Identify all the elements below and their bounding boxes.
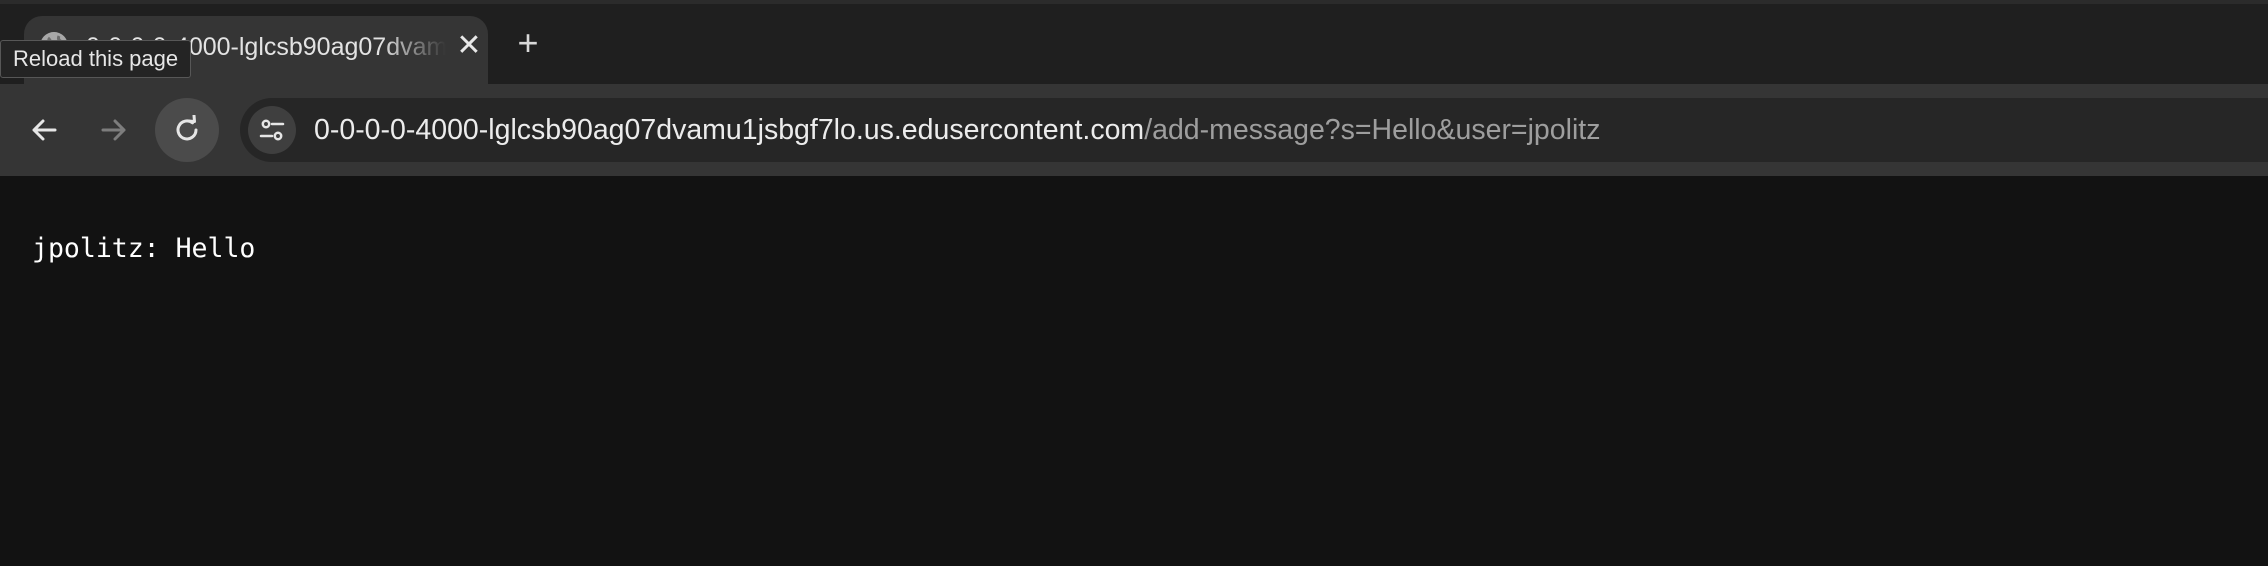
url-host: 0-0-0-0-4000-lglcsb90ag07dvamu1jsbgf7lo.… [314,114,1145,146]
back-button[interactable] [12,98,76,162]
address-bar[interactable]: 0-0-0-0-4000-lglcsb90ag07dvamu1jsbgf7lo.… [240,98,2268,162]
message-line: jpolitz: Hello [32,233,256,264]
close-icon[interactable]: ✕ [454,31,484,62]
arrow-right-icon [100,116,128,144]
reload-icon [172,115,202,145]
page-content: jpolitz: Hello [0,176,2268,566]
browser-window: 0-0-0-0-4000-lglcsb90ag07dvamu1jsbgf7lo.… [0,0,2268,566]
url-path: /add-message?s=Hello&user=jpolitz [1144,114,1601,146]
tune-icon[interactable] [248,106,296,154]
reload-tooltip: Reload this page [0,40,192,78]
arrow-left-icon [30,116,58,144]
url-text: 0-0-0-0-4000-lglcsb90ag07dvamu1jsbgf7lo.… [314,98,1600,162]
reload-button[interactable] [155,98,219,162]
forward-button[interactable] [82,98,146,162]
tab-strip: 0-0-0-0-4000-lglcsb90ag07dvamu1jsbgf7lo.… [0,0,2268,88]
plus-icon[interactable]: + [510,25,546,62]
toolbar: 0-0-0-0-4000-lglcsb90ag07dvamu1jsbgf7lo.… [0,84,2268,176]
